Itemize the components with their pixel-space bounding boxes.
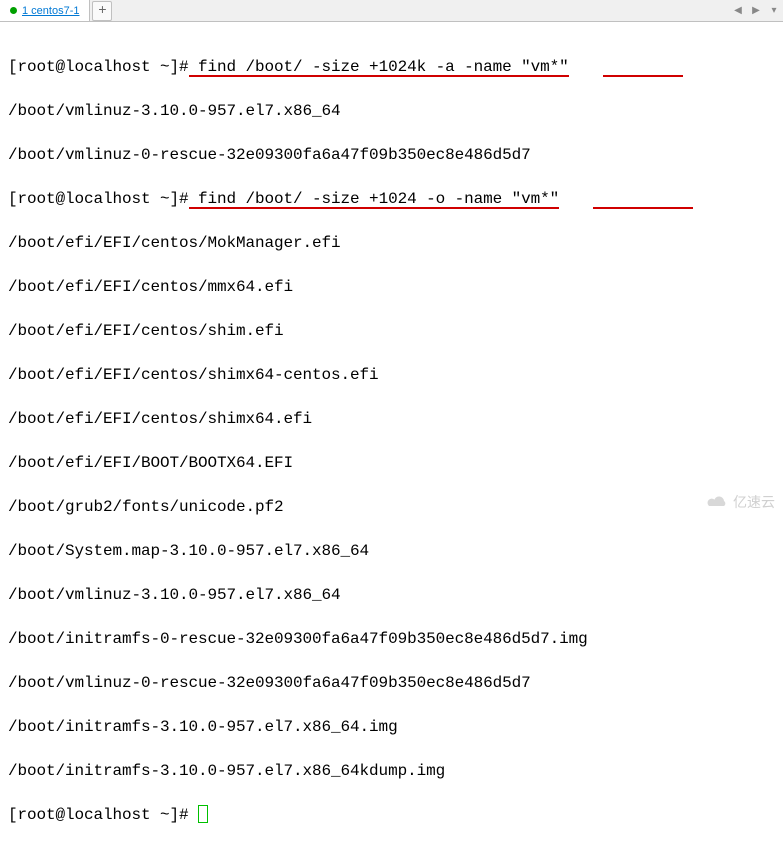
terminal-line: /boot/efi/EFI/centos/shimx64-centos.efi [8,364,775,386]
terminal-line: [root@localhost ~]# [8,804,775,826]
shell-prompt: [root@localhost ~]# [8,58,189,76]
terminal-line: /boot/efi/EFI/centos/MokManager.efi [8,232,775,254]
terminal-cursor [198,805,208,823]
terminal-line: /boot/grub2/fonts/unicode.pf2 [8,496,775,518]
tab-bar: 1 centos7-1 + ◀ ▶ ▾ [0,0,783,22]
tab-menu-button[interactable]: ▾ [767,4,781,18]
prev-tab-button[interactable]: ◀ [731,4,745,18]
terminal-line: /boot/vmlinuz-0-rescue-32e09300fa6a47f09… [8,144,775,166]
terminal-line: /boot/vmlinuz-3.10.0-957.el7.x86_64 [8,100,775,122]
watermark: 亿速云 [705,492,775,512]
terminal-line: /boot/initramfs-0-rescue-32e09300fa6a47f… [8,628,775,650]
tab-status-icon [10,7,17,14]
terminal-line: /boot/efi/EFI/centos/mmx64.efi [8,276,775,298]
terminal-line: /boot/initramfs-3.10.0-957.el7.x86_64kdu… [8,760,775,782]
command-text: find /boot/ -size +1024 -o -name "vm*" [189,190,560,208]
watermark-text: 亿速云 [733,492,775,512]
shell-prompt: [root@localhost ~]# [8,806,198,824]
highlight-underline [603,75,683,77]
shell-prompt: [root@localhost ~]# [8,190,189,208]
terminal-tab-1[interactable]: 1 centos7-1 [0,0,90,21]
terminal-line: /boot/vmlinuz-0-rescue-32e09300fa6a47f09… [8,672,775,694]
terminal-line: /boot/initramfs-3.10.0-957.el7.x86_64.im… [8,716,775,738]
add-tab-button[interactable]: + [92,1,112,21]
terminal-line: [root@localhost ~]# find /boot/ -size +1… [8,56,775,78]
highlight-underline [593,207,693,209]
terminal-line: /boot/vmlinuz-3.10.0-957.el7.x86_64 [8,584,775,606]
terminal-output[interactable]: [root@localhost ~]# find /boot/ -size +1… [0,22,783,860]
command-text: find /boot/ -size +1024k -a -name "vm*" [189,58,569,76]
next-tab-button[interactable]: ▶ [749,4,763,18]
tab-label: 1 centos7-1 [22,5,79,17]
terminal-line: [root@localhost ~]# find /boot/ -size +1… [8,188,775,210]
terminal-line: /boot/efi/EFI/BOOT/BOOTX64.EFI [8,452,775,474]
terminal-line: /boot/efi/EFI/centos/shimx64.efi [8,408,775,430]
cloud-icon [705,494,729,510]
terminal-line: /boot/System.map-3.10.0-957.el7.x86_64 [8,540,775,562]
terminal-line: /boot/efi/EFI/centos/shim.efi [8,320,775,342]
